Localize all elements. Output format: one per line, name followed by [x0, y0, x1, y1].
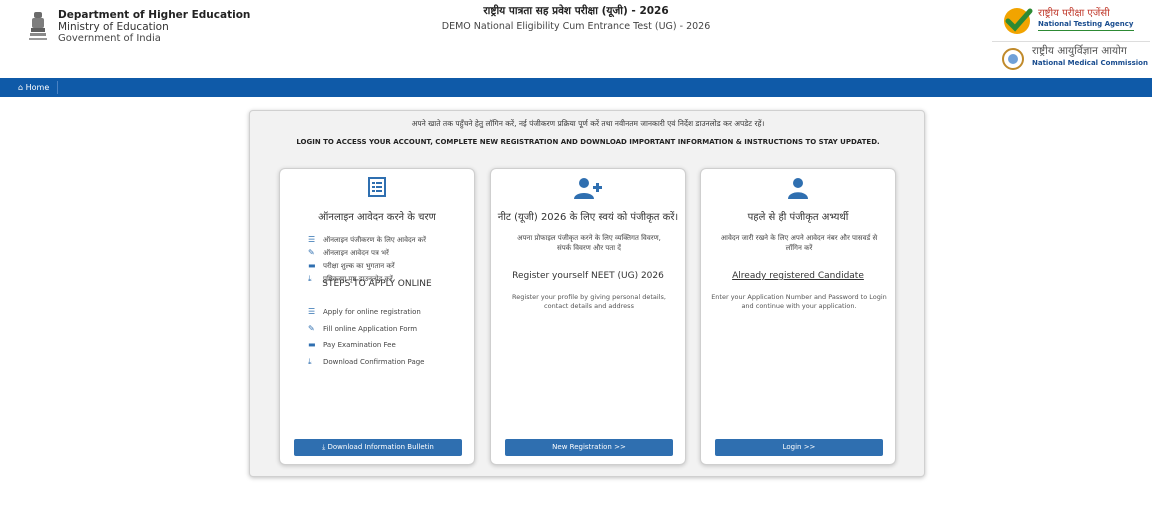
application-form-icon: [280, 177, 474, 199]
steps-card: ऑनलाइन आवेदन करने के चरण ☰ ऑनलाइन पंजीकरण…: [279, 168, 475, 465]
main-panel: अपने खाते तक पहुँचने हेतु लॉगिन करें, नई…: [249, 110, 925, 477]
nta-name-english: National Testing Agency: [1038, 19, 1134, 31]
hindi-steps-list: ☰ ऑनलाइन पंजीकरण के लिए आवेदन करें ✎ ऑनलाइ…: [308, 233, 426, 285]
government-name: Government of India: [58, 33, 161, 44]
list-item: ⤓ Download Confirmation Page: [308, 354, 424, 371]
download-bulletin-button[interactable]: ⤓ Download Information Bulletin: [294, 439, 462, 456]
login-button[interactable]: Login >>: [715, 439, 883, 456]
register-card-title: नीट (यूजी) 2026 के लिए स्वयं को पंजीकृत …: [497, 212, 679, 223]
user-icon: [701, 177, 895, 199]
list-icon: ☰: [308, 307, 316, 316]
steps-heading-english: STEPS TO APPLY ONLINE: [322, 279, 432, 289]
steps-card-title: ऑनलाइन आवेदन करने के चरण: [318, 212, 436, 223]
ministry-name: Ministry of Education: [58, 21, 169, 33]
list-item: ☰ ऑनलाइन पंजीकरण के लिए आवेदन करें: [308, 235, 427, 244]
login-desc-hindi: आवेदन जारी रखने के लिए अपने आवेदन नंबर औ…: [720, 234, 878, 252]
list-item: ▬ Pay Examination Fee: [308, 337, 424, 354]
nav-home-label: Home: [25, 83, 50, 92]
list-item: ▬ परीक्षा शुल्क का भुगतान करें: [308, 261, 395, 270]
login-card-title: पहले से ही पंजीकृत अभ्यर्थी: [747, 212, 849, 223]
english-steps-list: ☰ Apply for online registration ✎ Fill onl…: [308, 304, 424, 370]
nmc-name-english: National Medical Commission: [1032, 59, 1148, 67]
login-desc-english: Enter your Application Number and Passwo…: [711, 293, 887, 310]
exam-title-hindi: राष्ट्रीय पात्रता सह प्रवेश परीक्षा (यूज…: [483, 5, 669, 17]
list-item: ✎ Fill online Application Form: [308, 321, 424, 338]
new-registration-button[interactable]: New Registration >>: [505, 439, 673, 456]
nta-name-hindi: राष्ट्रीय परीक्षा एजेंसी: [1038, 8, 1110, 19]
edit-icon: ✎: [308, 248, 315, 257]
nta-checkmark-logo-icon: [1004, 8, 1033, 34]
info-text-hindi: अपने खाते तक पहुँचने हेतु लॉगिन करें, नई…: [411, 119, 765, 128]
edit-icon: ✎: [308, 323, 315, 333]
nta-logo-block: राष्ट्रीय परीक्षा एजेंसी National Testin…: [1002, 6, 1148, 40]
register-desc-hindi: अपना प्रोफाइल पंजीकृत करने के लिए व्यक्त…: [517, 234, 661, 252]
home-icon: ⌂: [18, 83, 24, 92]
login-card: पहले से ही पंजीकृत अभ्यर्थी आवेदन जारी र…: [700, 168, 896, 465]
download-icon: ⤓: [308, 356, 312, 366]
nmc-name-hindi: राष्ट्रीय आयुर्विज्ञान आयोग: [1032, 45, 1127, 57]
nmc-seal-icon: [1002, 48, 1024, 70]
download-icon: ⤓: [322, 443, 326, 451]
credit-card-icon: ▬: [308, 340, 316, 349]
already-registered-heading: Already registered Candidate: [732, 271, 864, 281]
nmc-logo-block: राष्ट्रीय आयुर्विज्ञान आयोग National Med…: [992, 41, 1150, 73]
info-text-english: LOGIN TO ACCESS YOUR ACCOUNT, COMPLETE N…: [296, 138, 880, 146]
register-card: नीट (यूजी) 2026 के लिए स्वयं को पंजीकृत …: [490, 168, 686, 465]
site-header: Department of Higher Education Ministry …: [0, 0, 1152, 78]
national-emblem-icon: [29, 12, 47, 40]
department-name: Department of Higher Education: [58, 9, 251, 21]
credit-card-icon: ▬: [308, 261, 316, 270]
register-desc-english: Register your profile by giving personal…: [512, 293, 666, 310]
nav-home-link[interactable]: ⌂ Home: [18, 81, 59, 94]
add-user-icon: [491, 177, 685, 199]
exam-title: राष्ट्रीय पात्रता सह प्रवेश परीक्षा (यूज…: [430, 4, 722, 32]
department-block: Department of Higher Education Ministry …: [58, 9, 250, 45]
list-item: ✎ ऑनलाइन आवेदन पत्र भरें: [308, 248, 389, 257]
register-heading-english: Register yourself NEET (UG) 2026: [512, 271, 664, 281]
top-navbar: ⌂ Home: [0, 78, 1152, 97]
list-icon: ☰: [308, 235, 316, 244]
list-item: ☰ Apply for online registration: [308, 304, 424, 321]
exam-title-english: DEMO National Eligibility Cum Entrance T…: [441, 21, 711, 32]
